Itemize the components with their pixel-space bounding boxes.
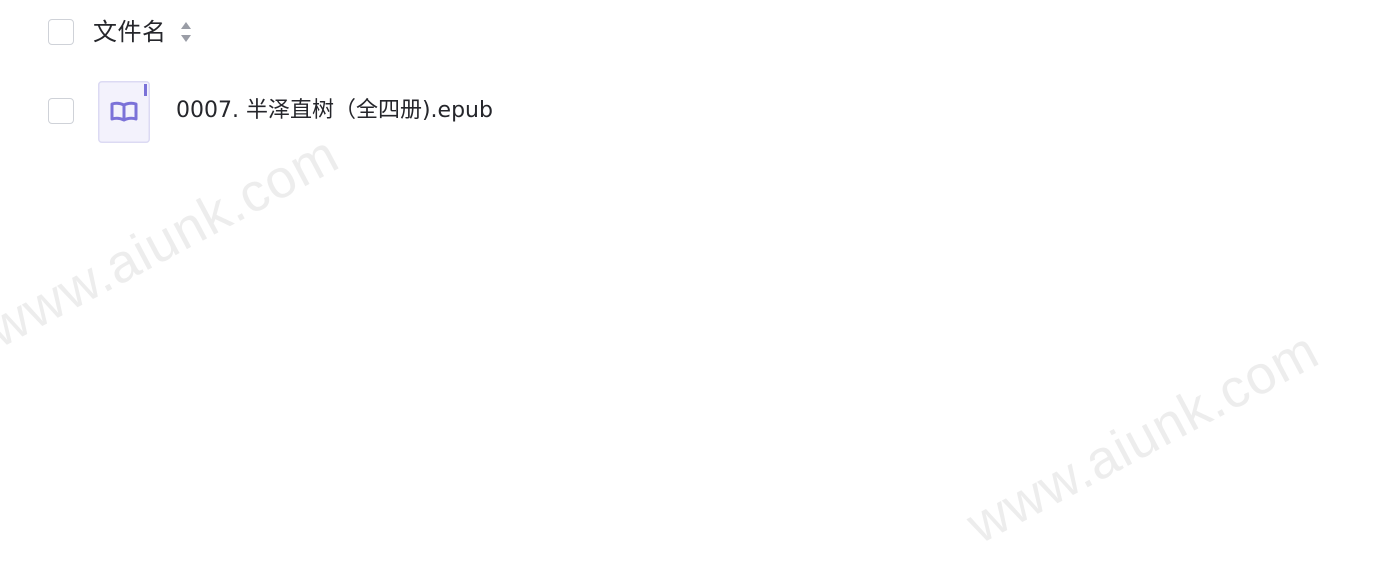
column-header-filename[interactable]: 文件名 bbox=[93, 16, 167, 48]
file-row-checkbox[interactable] bbox=[48, 98, 74, 124]
select-all-checkbox[interactable] bbox=[48, 19, 74, 45]
file-list-page: www.aiunk.com www.aiunk.com 文件名 0007. 半泽… bbox=[0, 0, 1384, 588]
book-file-icon bbox=[98, 81, 150, 143]
watermark-text: www.aiunk.com bbox=[0, 123, 349, 360]
sort-caret-icon[interactable] bbox=[179, 20, 193, 44]
watermark-text: www.aiunk.com bbox=[957, 319, 1329, 556]
file-name-link[interactable]: 0007. 半泽直树（全四册).epub bbox=[176, 96, 493, 126]
